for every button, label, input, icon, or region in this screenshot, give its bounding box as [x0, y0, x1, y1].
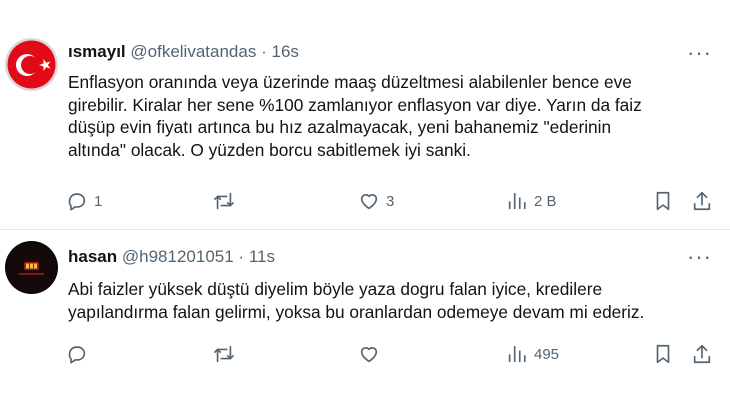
timestamp[interactable]: 11s	[249, 247, 275, 266]
views-button[interactable]: 2 B	[506, 186, 557, 216]
heart-icon	[360, 194, 378, 210]
views-chart-icon	[508, 192, 526, 210]
views-chart-icon	[508, 345, 526, 363]
avatar[interactable]	[5, 38, 58, 91]
tweet-text-line: altında" olacak. O yüzden borcu sabitlem…	[68, 139, 471, 160]
tweet-text: Enflasyon oranında veya üzerinde maaş dü…	[68, 71, 718, 161]
views-count: 495	[534, 345, 560, 363]
separator-dot: ·	[238, 247, 245, 266]
reply-button[interactable]	[66, 339, 94, 369]
more-options-icon[interactable]: ···	[687, 42, 712, 64]
avatar[interactable]	[5, 241, 58, 294]
action-bar: 495	[0, 339, 730, 369]
heart-icon	[360, 347, 378, 363]
author-handle[interactable]: @h981201051	[122, 247, 234, 266]
timestamp[interactable]: 16s	[271, 42, 298, 61]
author-name[interactable]: ısmayıl	[68, 42, 126, 61]
tweet-text: Abi faizler yüksek düştü diyelim böyle y…	[68, 278, 718, 323]
views-count: 2 B	[534, 192, 557, 210]
tweet-text-line: Abi faizler yüksek düştü diyelim böyle y…	[68, 279, 603, 299]
reply-icon	[68, 193, 86, 211]
retweet-icon	[214, 192, 234, 210]
author-handle[interactable]: @ofkelivatandas	[130, 42, 256, 61]
bookmark-button[interactable]	[652, 186, 674, 216]
share-icon	[693, 344, 711, 364]
separator-dot: ·	[261, 42, 267, 61]
like-button[interactable]: 3	[358, 186, 394, 216]
tweet-text-line: Enflasyon oranında veya üzerinde maaş dü…	[68, 72, 632, 92]
share-button[interactable]	[691, 186, 713, 216]
author-name[interactable]: hasan	[68, 247, 117, 266]
share-button[interactable]	[691, 339, 713, 369]
reply-count: 1	[94, 192, 103, 210]
turkish-flag-icon	[5, 38, 58, 91]
like-count: 3	[386, 192, 395, 210]
more-options-icon[interactable]: ···	[687, 246, 712, 268]
tweet-text-line: düşüp evin fiyatı artınca bu hız azalmay…	[68, 117, 612, 137]
tweet-2[interactable]: hasan @h981201051 · 11s ··· Abi faizler …	[0, 228, 730, 420]
bookmark-button[interactable]	[652, 339, 674, 369]
retweet-icon	[214, 345, 234, 363]
bookmark-icon	[656, 344, 670, 364]
views-button[interactable]: 495	[506, 339, 559, 369]
retweet-button[interactable]	[213, 339, 241, 369]
tweet-header: hasan @h981201051 · 11s	[68, 246, 275, 268]
retweet-button[interactable]	[213, 186, 241, 216]
tweet-text-line: girebilir. Kiralar her sene %100 zamlanı…	[68, 94, 642, 115]
like-button[interactable]	[358, 339, 386, 369]
reply-icon	[68, 346, 86, 364]
dark-logo-icon	[5, 241, 58, 294]
tweet-1[interactable]: ısmayıl @ofkelivatandas · 16s ··· Enflas…	[0, 28, 730, 228]
share-icon	[693, 191, 711, 211]
tweet-text-line: yapılandırma falan gelirmi, yoksa bu ora…	[68, 301, 645, 322]
reply-button[interactable]: 1	[66, 186, 102, 216]
tweet-header: ısmayıl @ofkelivatandas · 16s	[68, 41, 299, 63]
bookmark-icon	[656, 191, 670, 211]
action-bar: 1 3 2 B	[0, 186, 730, 216]
